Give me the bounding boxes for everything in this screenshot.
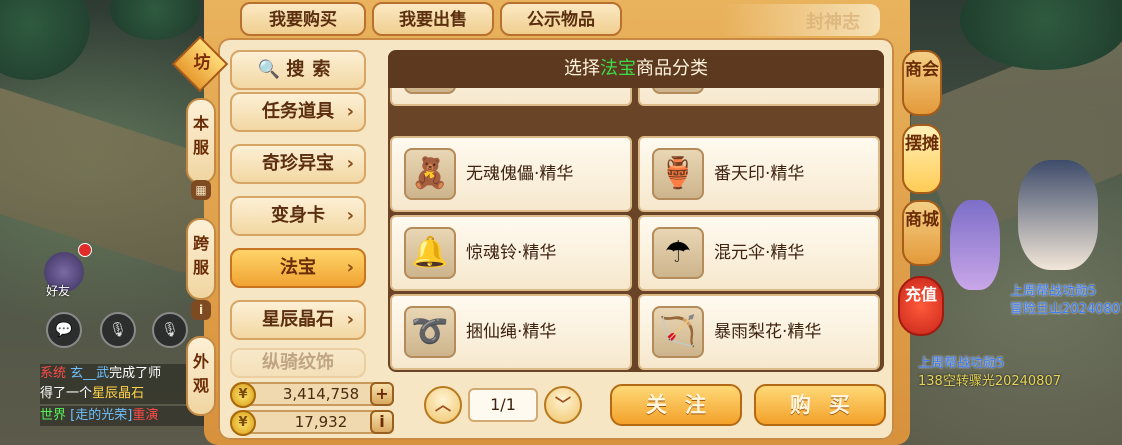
npc-character[interactable]: [950, 200, 1000, 290]
search-label: 搜索: [286, 59, 339, 80]
category-item[interactable]: 变身卡 ›: [230, 196, 366, 236]
search-icon: 🔍: [257, 59, 281, 80]
puppet-icon: 🧸: [404, 148, 456, 200]
chevron-right-icon: ›: [346, 257, 354, 278]
buy-button[interactable]: 购买: [754, 384, 886, 426]
silver-balance: ¥ 17,932: [230, 410, 392, 436]
tab-appearance[interactable]: 外观: [186, 336, 216, 416]
page-up-button[interactable]: ︿: [424, 386, 462, 424]
product-card[interactable]: 🧸 无魂傀儡·精华: [390, 136, 632, 212]
category-label: 变身卡: [271, 205, 325, 226]
grid-icon: ▦: [191, 180, 211, 200]
umbrella-icon: ☂: [652, 227, 704, 279]
microphone-icon[interactable]: 🎙: [152, 312, 188, 348]
chat-channel: 系统: [40, 366, 67, 381]
chat-text: 得了一个: [40, 386, 93, 401]
product-card[interactable]: 🏹 暴雨梨花·精华: [638, 294, 880, 370]
tab-stall[interactable]: 摆摊: [902, 124, 942, 194]
category-label: 任务道具: [262, 101, 334, 122]
silver-info-button[interactable]: i: [370, 410, 394, 434]
product-name: 暴雨梨花·精华: [714, 322, 822, 342]
product-card[interactable]: ➰ 捆仙绳·精华: [390, 294, 632, 370]
rope-icon: ➰: [404, 306, 456, 358]
product-name: 惊魂铃·精华: [466, 243, 557, 263]
product-card[interactable]: ☂ 混元伞·精华: [638, 215, 880, 291]
chevron-right-icon: ›: [346, 309, 354, 330]
tab-market[interactable]: 商会: [902, 50, 942, 116]
chat-text: 完成了师: [109, 366, 162, 381]
product-card[interactable]: 🏺 番天印·精华: [638, 136, 880, 212]
friends-label: 好友: [46, 284, 71, 298]
category-label: 纵骑纹饰: [262, 352, 334, 373]
watermark-text: 封神志: [806, 12, 860, 33]
player-title: 上周帮战功勋5: [1010, 284, 1097, 299]
add-gold-button[interactable]: +: [370, 382, 394, 406]
tab-buy[interactable]: 我要购买: [240, 2, 366, 36]
silver-coin-icon: ¥: [230, 410, 256, 436]
player-name: 138空转骤光20240807: [918, 374, 1061, 389]
market-emblem-label: 坊: [193, 53, 211, 73]
tab-public-items[interactable]: 公示物品: [500, 2, 622, 36]
chat-channel: 世界: [40, 408, 67, 423]
scene-tree: [0, 0, 90, 80]
tab-cross-server[interactable]: 跨服: [186, 218, 216, 300]
chat-item-link[interactable]: 星辰晶石: [92, 386, 144, 401]
product-card[interactable]: 🔔 惊魂铃·精华: [390, 215, 632, 291]
category-item[interactable]: 纵骑纹饰: [230, 348, 366, 378]
product-name: 无魂傀儡·精华: [466, 164, 574, 184]
chevron-right-icon: ›: [346, 205, 354, 226]
chevron-right-icon: ›: [346, 101, 354, 122]
category-item[interactable]: 任务道具 ›: [230, 92, 366, 132]
chat-user[interactable]: [走的光荣]: [70, 408, 132, 423]
scene-tree: [110, 0, 200, 40]
gold-value: 3,414,758: [282, 385, 360, 403]
category-label: 奇珍异宝: [262, 153, 334, 174]
gold-coin-icon: ¥: [230, 382, 256, 408]
page-down-button[interactable]: ﹀: [544, 386, 582, 424]
npc-character[interactable]: [1018, 160, 1098, 270]
player-name: 冒险旦山20240807: [1010, 302, 1122, 317]
microphone-icon[interactable]: 🎙: [100, 312, 136, 348]
info-icon: i: [191, 300, 211, 320]
header-text: 商品分类: [636, 58, 708, 79]
chevron-up-icon: ︿: [434, 395, 451, 414]
product-name: 番天印·精华: [714, 164, 805, 184]
category-item-active[interactable]: 法宝 ›: [230, 248, 366, 288]
product-name: 混元伞·精华: [714, 243, 805, 263]
chat-text: 重演: [132, 408, 159, 423]
chevron-right-icon: ›: [346, 153, 354, 174]
category-label: 法宝: [280, 257, 316, 278]
gold-balance: ¥ 3,414,758: [230, 382, 392, 408]
tab-local-server[interactable]: 本服: [186, 98, 216, 184]
seal-icon: 🏺: [652, 148, 704, 200]
bell-icon: 🔔: [404, 227, 456, 279]
notification-dot: [78, 243, 92, 257]
silver-value: 17,932: [294, 413, 348, 431]
header-text: 选择: [564, 58, 600, 79]
chat-user[interactable]: 玄__武: [70, 366, 109, 381]
page-indicator: 1/1: [468, 388, 538, 422]
product-name: 捆仙绳·精华: [466, 322, 557, 342]
header-highlight: 法宝: [600, 58, 636, 79]
chevron-down-icon: ﹀: [554, 395, 571, 414]
tab-shop[interactable]: 商城: [902, 200, 942, 266]
player-title: 上周帮战功勋5: [918, 356, 1005, 371]
tab-sell[interactable]: 我要出售: [372, 2, 494, 36]
chat-bubble-icon[interactable]: 💬: [46, 312, 82, 348]
recharge-button[interactable]: 充值: [898, 276, 944, 336]
crossbow-icon: 🏹: [652, 306, 704, 358]
product-grid: 🗒 苍白纸人·精华 🪭 无尘扇·精华 🧸 无魂傀儡·精华 🏺 番天印·精华 🔔 …: [388, 50, 884, 372]
search-button[interactable]: 🔍 搜索: [230, 50, 366, 90]
category-item[interactable]: 星辰晶石 ›: [230, 300, 366, 340]
category-header: 选择法宝商品分类: [388, 50, 884, 88]
category-label: 星辰晶石: [262, 309, 334, 330]
panel-decoration: 封神志: [720, 4, 880, 36]
category-item[interactable]: 奇珍异宝 ›: [230, 144, 366, 184]
follow-button[interactable]: 关注: [610, 384, 742, 426]
